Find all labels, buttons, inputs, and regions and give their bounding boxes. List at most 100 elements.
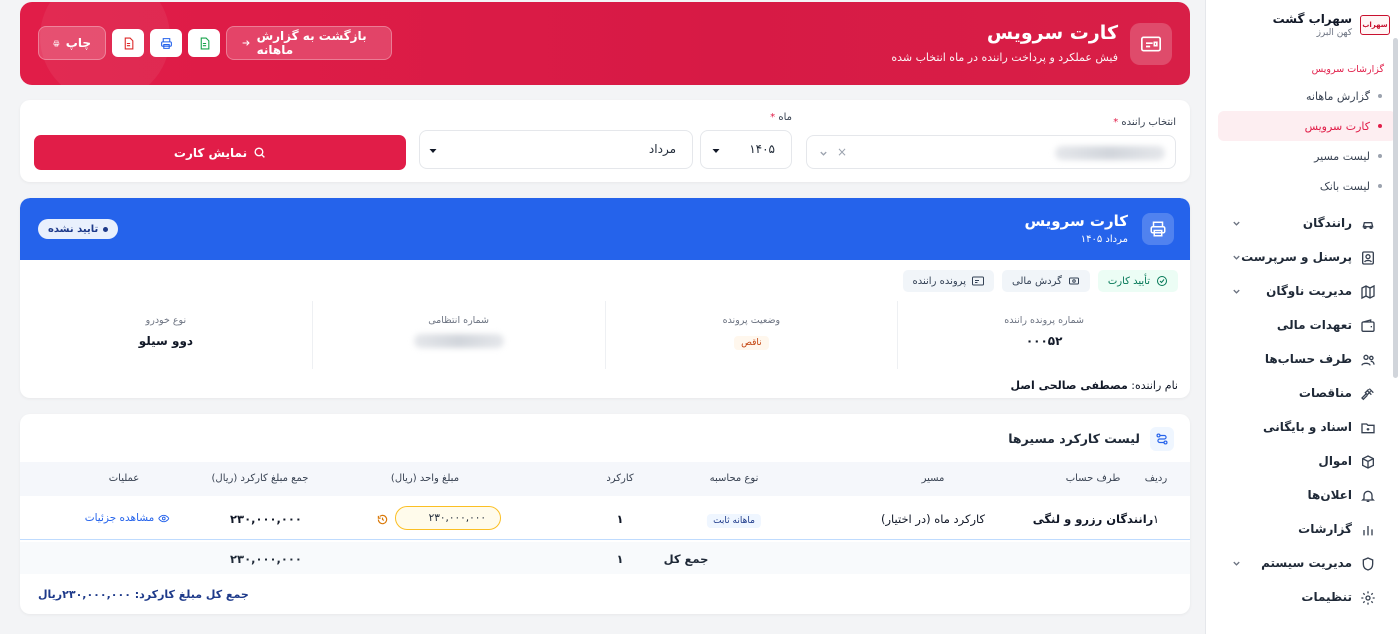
box-icon <box>1362 455 1374 469</box>
brand-name: سهراب گشت <box>1272 12 1352 26</box>
row-index: ۱ <box>1152 512 1160 526</box>
brand-logo: سهراب <box>1360 15 1390 35</box>
driver-file-button[interactable]: پرونده راننده <box>902 270 994 292</box>
view-details-label: مشاهده جزئیات <box>84 512 155 524</box>
sidebar-item-reports[interactable]: گزارشات <box>1206 513 1400 547</box>
quick-print-button[interactable] <box>150 29 182 57</box>
row-route: کارکرد ماه (در اختیار) <box>880 512 986 526</box>
info-label: شماره انتظامی <box>428 315 490 326</box>
info-vehicle-type: نوع خودرو دوو سیلو <box>20 301 312 369</box>
status-text: تایید نشده <box>48 223 99 235</box>
col-work: کارکرد <box>606 473 634 484</box>
export-pdf-button[interactable] <box>112 29 144 57</box>
grand-total-value: ۲۳۰,۰۰۰,۰۰۰ریال <box>38 588 131 601</box>
sidebar-item-personnel[interactable]: پرسنل و سرپرست <box>1206 241 1400 275</box>
info-value: ۰۰۰۵۲ <box>1025 334 1063 348</box>
export-excel-button[interactable] <box>188 29 220 57</box>
sidebar-item-route-list[interactable]: لیست مسیر <box>1218 141 1396 171</box>
folder-icon <box>1361 423 1375 434</box>
sidebar-item-assets[interactable]: اموال <box>1206 445 1400 479</box>
driver-file-label: پرونده راننده <box>912 275 966 287</box>
show-card-button[interactable]: نمایش کارت <box>34 135 406 170</box>
row-calc-type: ماهانه ثابت <box>707 512 761 528</box>
sidebar-item-tenders[interactable]: مناقصات <box>1206 377 1400 411</box>
chevron-down-icon <box>1233 289 1240 294</box>
sidebar-item-monthly-report[interactable]: گزارش ماهانه <box>1218 81 1396 111</box>
sidebar-item-label: گزارش ماهانه <box>1306 89 1370 103</box>
month-value: مرداد <box>648 142 676 156</box>
bullet-icon <box>1378 124 1382 128</box>
sidebar-item-financial[interactable]: تعهدات مالی <box>1206 309 1400 343</box>
sidebar-item-label: رانندگان <box>1302 216 1352 230</box>
sidebar-item-accounts[interactable]: طرف حساب‌ها <box>1206 343 1400 377</box>
service-card-period: مرداد ۱۴۰۵ <box>1080 234 1128 245</box>
print-button[interactable]: چاپ <box>38 26 106 60</box>
sidebar-item-label: پرسنل و سرپرست <box>1241 250 1352 264</box>
sidebar: سهراب سهراب گشت کهن البرز گزارشات سرویس … <box>1205 0 1400 634</box>
id-card-icon <box>1130 23 1172 65</box>
sidebar-item-label: مدیریت ناوگان <box>1266 284 1352 298</box>
driver-select-label: انتخاب راننده * <box>1113 117 1176 128</box>
service-card-header: کارت سرویس مرداد ۱۴۰۵ تایید نشده <box>20 198 1190 260</box>
sidebar-item-settings[interactable]: تنظیمات <box>1206 581 1400 615</box>
sidebar-item-label: لیست بانک <box>1319 179 1370 193</box>
chevron-down-icon <box>712 149 720 153</box>
shield-icon <box>1362 557 1374 571</box>
sidebar-item-label: طرف حساب‌ها <box>1264 352 1352 366</box>
money-icon <box>1068 277 1079 285</box>
table-header: ردیف طرف حساب مسیر نوع محاسبه کارکرد مبل… <box>20 462 1190 496</box>
financial-flow-button[interactable]: گردش مالی <box>1001 270 1090 292</box>
status-dot-icon <box>103 226 109 232</box>
col-route: مسیر <box>921 473 945 484</box>
card-action-tags: تأیید کارت گردش مالی پرونده راننده <box>902 270 1178 292</box>
status-badge: تایید نشده <box>38 219 119 239</box>
driver-info-grid: شماره پرونده راننده ۰۰۰۵۲ وضعیت پرونده ن… <box>20 301 1190 369</box>
back-label: بازگشت به گزارش ماهانه <box>256 29 367 57</box>
month-label: ماه * <box>770 112 792 123</box>
row-account: رانندگان رزرو و لنگی <box>1032 512 1154 526</box>
clear-icon[interactable]: × <box>837 145 847 159</box>
sidebar-item-label: تنظیمات <box>1301 590 1352 604</box>
sidebar-item-label: اسناد و بایگانی <box>1263 420 1352 434</box>
sidebar-item-drivers[interactable]: رانندگان <box>1206 207 1400 241</box>
printer-icon <box>53 40 60 46</box>
sidebar-scrollbar[interactable] <box>1393 38 1398 378</box>
bell-icon <box>1361 490 1375 502</box>
col-index: ردیف <box>1144 473 1168 484</box>
print-label: چاپ <box>65 36 91 50</box>
sidebar-item-fleet[interactable]: مدیریت ناوگان <box>1206 275 1400 309</box>
bullet-icon <box>1378 94 1382 98</box>
sidebar-item-service-card[interactable]: کارت سرویس <box>1218 111 1396 141</box>
chevron-down-icon <box>1233 221 1240 226</box>
back-to-monthly-report-button[interactable]: بازگشت به گزارش ماهانه <box>226 26 392 60</box>
table-footer: جمع کل ۱ ۲۳۰,۰۰۰,۰۰۰ <box>20 542 1190 574</box>
selected-driver-redacted <box>1055 146 1165 160</box>
grand-total: جمع کل مبلغ کارکرد: ۲۳۰,۰۰۰,۰۰۰ریال <box>38 588 249 601</box>
year-select[interactable]: ۱۴۰۵ <box>700 130 792 169</box>
routes-card: لیست کارکرد مسیرها ردیف طرف حساب مسیر نو… <box>20 414 1190 614</box>
service-card: کارت سرویس مرداد ۱۴۰۵ تایید نشده تأیید ک… <box>20 198 1190 398</box>
sidebar-item-system[interactable]: مدیریت سیستم <box>1206 547 1400 581</box>
brand[interactable]: سهراب سهراب گشت کهن البرز <box>1206 0 1400 46</box>
chevron-down-icon <box>1233 561 1240 566</box>
history-icon[interactable] <box>377 514 388 525</box>
sidebar-item-documents[interactable]: اسناد و بایگانی <box>1206 411 1400 445</box>
sidebar-item-label: کارت سرویس <box>1304 119 1370 133</box>
search-icon <box>254 147 265 158</box>
check-circle-icon <box>1157 276 1167 286</box>
month-select[interactable]: مرداد <box>419 130 693 169</box>
printer-icon <box>160 37 172 49</box>
driver-name-label: نام راننده: <box>1131 379 1178 392</box>
driver-name: نام راننده: مصطفی صالحی اصل <box>1011 379 1178 392</box>
footer-work: ۱ <box>616 552 624 566</box>
service-card-title: کارت سرویس <box>1024 212 1128 230</box>
driver-select[interactable]: × <box>806 135 1176 169</box>
sidebar-item-notifications[interactable]: اعلان‌ها <box>1206 479 1400 513</box>
sidebar-item-bank-list[interactable]: لیست بانک <box>1218 171 1396 201</box>
page-header: کارت سرویس فیش عملکرد و پرداخت راننده در… <box>20 2 1190 85</box>
view-details-link[interactable]: مشاهده جزئیات <box>85 512 170 524</box>
route-icon <box>1150 427 1174 451</box>
unit-price-input[interactable]: ۲۳۰,۰۰۰,۰۰۰ <box>395 506 501 530</box>
sidebar-item-label: لیست مسیر <box>1314 149 1370 163</box>
approve-card-button[interactable]: تأیید کارت <box>1097 270 1178 292</box>
